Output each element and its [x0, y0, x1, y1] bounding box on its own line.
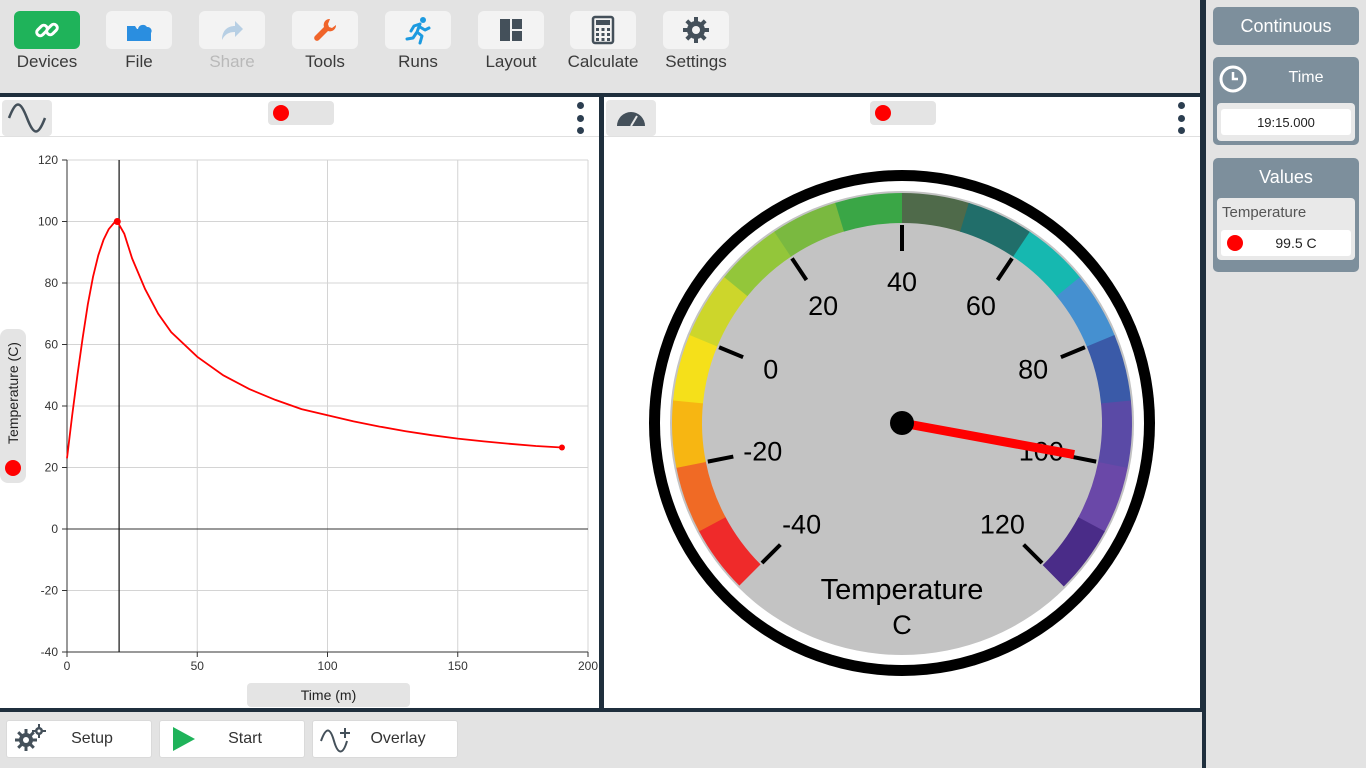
red-dot-icon [273, 105, 289, 121]
calculate-button[interactable]: Calculate [567, 11, 639, 73]
overlay-button[interactable]: Overlay [312, 720, 458, 758]
gauge-color-band [672, 399, 706, 468]
tools-label: Tools [305, 52, 345, 71]
start-label: Start [228, 730, 262, 747]
x-tick-label: 200 [578, 659, 598, 673]
x-tick-label: 50 [191, 659, 205, 673]
sensor-selector[interactable] [268, 101, 334, 125]
gauge-icon[interactable] [606, 100, 656, 136]
settings-button[interactable]: Settings [662, 11, 730, 73]
x-tick-label: 100 [317, 659, 337, 673]
temperature-series-line [66, 220, 563, 459]
toolbar: Devices File Share Tools Runs Layout Cal… [0, 0, 1202, 94]
gauge-title: Temperature [821, 574, 984, 606]
sensor-selector[interactable] [870, 101, 936, 125]
time-card: Time 19:15.000 [1213, 57, 1359, 145]
tools-button[interactable]: Tools [291, 11, 359, 73]
y-axis-label: Temperature (C) [5, 342, 21, 444]
sine-wave-icon[interactable] [2, 100, 52, 136]
share-label: Share [209, 52, 255, 71]
y-tick-label: 20 [45, 461, 59, 475]
settings-label: Settings [665, 52, 727, 71]
overlay-wave-icon [317, 721, 355, 757]
gauge-tick-label: 60 [966, 291, 996, 321]
temperature-graph[interactable]: 0 50 100 150 200120100806040200-20-40Time (m… [0, 137, 599, 708]
red-dot-icon [875, 105, 891, 121]
peak-point [113, 218, 121, 225]
gauge-panel: -40-20020406080100120TemperatureC [604, 97, 1200, 708]
runs-label: Runs [398, 52, 438, 71]
gauge-panel-header [604, 97, 1200, 137]
panel-menu-icon[interactable] [1177, 102, 1185, 134]
file-button[interactable]: File [105, 11, 173, 73]
calculator-icon [570, 11, 636, 49]
graph-panel-header [0, 97, 599, 137]
app-window: Devices File Share Tools Runs Layout Cal… [0, 0, 1366, 768]
series-color-dot [5, 460, 21, 476]
x-axis-label: Time (m) [301, 687, 356, 703]
values-card: Values Temperature 99.5 C [1213, 158, 1359, 272]
gauge-tick-label: -40 [782, 509, 821, 539]
values-card-body: Temperature 99.5 C [1217, 198, 1355, 260]
collection-mode-label: Continuous [1240, 15, 1332, 36]
time-card-header: Time [1213, 57, 1359, 99]
right-sidebar: Continuous Time 19:15.000 Values Tempera… [1206, 0, 1366, 768]
link-icon [14, 11, 80, 49]
clock-icon [1218, 64, 1248, 94]
layout-button[interactable]: Layout [477, 11, 545, 73]
runs-button[interactable]: Runs [384, 11, 452, 73]
end-point [558, 444, 565, 451]
x-tick-label: 0 [64, 659, 71, 673]
y-tick-label: 0 [51, 522, 58, 536]
devices-button[interactable]: Devices [13, 11, 81, 73]
gauge-tick-label: -20 [743, 437, 782, 467]
time-value: 19:15.000 [1221, 109, 1351, 135]
collection-mode-button[interactable]: Continuous [1213, 7, 1359, 45]
layout-grid-icon [478, 11, 544, 49]
wrench-icon [292, 11, 358, 49]
file-label: File [125, 52, 153, 71]
time-label: Time [1288, 69, 1324, 86]
gauge-hub [890, 411, 914, 435]
gauge-unit: C [892, 610, 912, 640]
folder-cloud-icon [106, 11, 172, 49]
runner-icon [385, 11, 451, 49]
share-arrow-icon [199, 11, 265, 49]
sensor-value-field: 99.5 C [1221, 230, 1351, 256]
y-tick-label: -40 [41, 645, 59, 659]
bottom-bar: Setup Start Overlay [0, 712, 1202, 768]
red-dot-icon [1227, 235, 1243, 251]
gauge-tick-label: 20 [808, 291, 838, 321]
gauge-tick-label: 80 [1018, 355, 1048, 385]
y-tick-label: 120 [38, 153, 58, 167]
time-card-body: 19:15.000 [1217, 103, 1355, 141]
panel-menu-icon[interactable] [576, 102, 584, 134]
share-button[interactable]: Share [198, 11, 266, 73]
layout-label: Layout [485, 52, 537, 71]
graph-panel: 0 50 100 150 200 120 100 80 60 40 20 0 -20 -40 Time (m… [0, 97, 599, 708]
gear-icon [663, 11, 729, 49]
gauge-color-band [1097, 400, 1132, 470]
y-tick-label: 40 [45, 399, 59, 413]
devices-label: Devices [16, 52, 78, 71]
y-tick-label: 80 [45, 276, 59, 290]
values-label: Values [1259, 166, 1313, 187]
y-tick-label: 100 [38, 215, 58, 229]
setup-button[interactable]: Setup [6, 720, 152, 758]
temperature-gauge: -40-20020406080100120TemperatureC [649, 170, 1155, 676]
gauge-tick-label: 120 [980, 509, 1025, 539]
sensor-value: 99.5 C [1275, 235, 1317, 251]
x-tick-label: 150 [448, 659, 468, 673]
y-tick-label: -20 [41, 584, 59, 598]
start-button[interactable]: Start [159, 720, 305, 758]
play-icon [164, 721, 202, 757]
y-tick-label: 60 [45, 338, 59, 352]
sensor-label: Temperature [1222, 204, 1307, 221]
calculate-label: Calculate [567, 52, 639, 71]
gauge-tick-label: 40 [887, 267, 917, 297]
gauge-tick-label: 0 [763, 355, 778, 385]
overlay-label: Overlay [370, 730, 426, 747]
gears-icon [11, 721, 49, 757]
setup-label: Setup [71, 730, 113, 747]
